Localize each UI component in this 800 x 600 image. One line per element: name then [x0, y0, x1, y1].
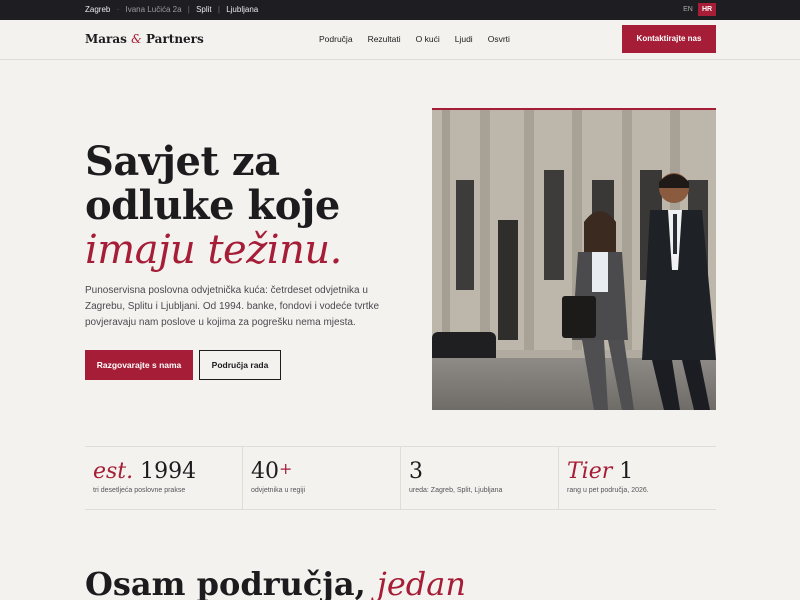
logo-part2: Partners: [145, 32, 204, 46]
separator-bar: |: [187, 5, 190, 14]
stat-prefix: est.: [93, 459, 134, 484]
stat-label: ureda: Zagreb, Split, Ljubljana: [409, 487, 503, 494]
stat-offices: 3 ureda: Zagreb, Split, Ljubljana: [401, 447, 559, 509]
stat-value: Tier 1: [567, 459, 633, 484]
stat-label: tri desetljeća poslovne prakse: [93, 487, 186, 494]
language-hr-button[interactable]: HR: [698, 3, 716, 16]
section-title: Osam područja, jedan: [85, 565, 466, 600]
logo[interactable]: Maras & Partners: [85, 32, 204, 46]
main-nav: Područja Rezultati O kući Ljudi Osvrti: [319, 34, 525, 44]
hero-title-line3: imaju težinu.: [85, 227, 342, 273]
location-split: Split: [196, 5, 212, 14]
location-ljubljana: Ljubljana: [226, 5, 259, 14]
nav-item-o-kuci[interactable]: O kući: [416, 34, 440, 44]
hero-photo: [432, 108, 716, 410]
separator-dot: ·: [116, 5, 120, 14]
hero-photo-illustration: [432, 110, 716, 410]
nav-item-podrucja[interactable]: Područja: [319, 34, 353, 44]
office-locations: Zagreb · Ivana Lučića 2a | Split | Ljubl…: [85, 5, 258, 14]
nav-item-osvrti[interactable]: Osvrti: [488, 34, 510, 44]
nav-item-rezultati[interactable]: Rezultati: [368, 34, 401, 44]
logo-part1: Maras: [85, 32, 127, 46]
site-header: Maras & Partners Područja Rezultati O ku…: [0, 20, 800, 60]
stat-number: 40: [251, 459, 279, 484]
stat-number: 3: [409, 459, 423, 484]
address-text: Ivana Lučića 2a: [125, 5, 182, 14]
stat-label: rang u pet područja, 2026.: [567, 487, 649, 494]
practice-areas-button[interactable]: Područja rada: [199, 350, 281, 380]
hero-description: Punoservisna poslovna odvjetnička kuća: …: [85, 285, 380, 328]
section-title-main: Osam područja,: [85, 565, 366, 600]
top-info-bar: Zagreb · Ivana Lučića 2a | Split | Ljubl…: [0, 0, 800, 20]
hero-title-line1: Savjet za: [85, 138, 280, 185]
talk-to-us-button[interactable]: Razgovarajte s nama: [85, 350, 193, 380]
language-en-button[interactable]: EN: [678, 3, 698, 16]
separator-bar: |: [217, 5, 220, 14]
stat-established: est. 1994 tri desetljeća poslovne prakse: [85, 447, 243, 509]
hero-title-line2: odluke koje: [85, 182, 340, 229]
stat-value: 3: [409, 459, 423, 484]
stat-label: odvjetnika u regiji: [251, 487, 306, 494]
location-zagreb: Zagreb: [85, 5, 111, 14]
logo-ampersand: &: [131, 32, 142, 46]
section-title-accent: jedan: [376, 565, 466, 600]
stat-number: 1: [619, 459, 634, 484]
contact-button[interactable]: Kontaktirajte nas: [622, 25, 716, 53]
stat-prefix: Tier: [567, 459, 613, 484]
hero-title: Savjet za odluke koje imaju težinu.: [85, 138, 342, 273]
stat-number: 1994: [140, 459, 197, 484]
stat-ranking: Tier 1 rang u pet područja, 2026.: [559, 447, 716, 509]
nav-item-ljudi[interactable]: Ljudi: [455, 34, 473, 44]
stat-value: est. 1994: [93, 459, 196, 484]
stats-row: est. 1994 tri desetljeća poslovne prakse…: [85, 446, 716, 510]
stat-value: 40+: [251, 459, 292, 484]
stat-lawyers: 40+ odvjetnika u regiji: [243, 447, 401, 509]
stat-suffix: +: [279, 459, 293, 478]
